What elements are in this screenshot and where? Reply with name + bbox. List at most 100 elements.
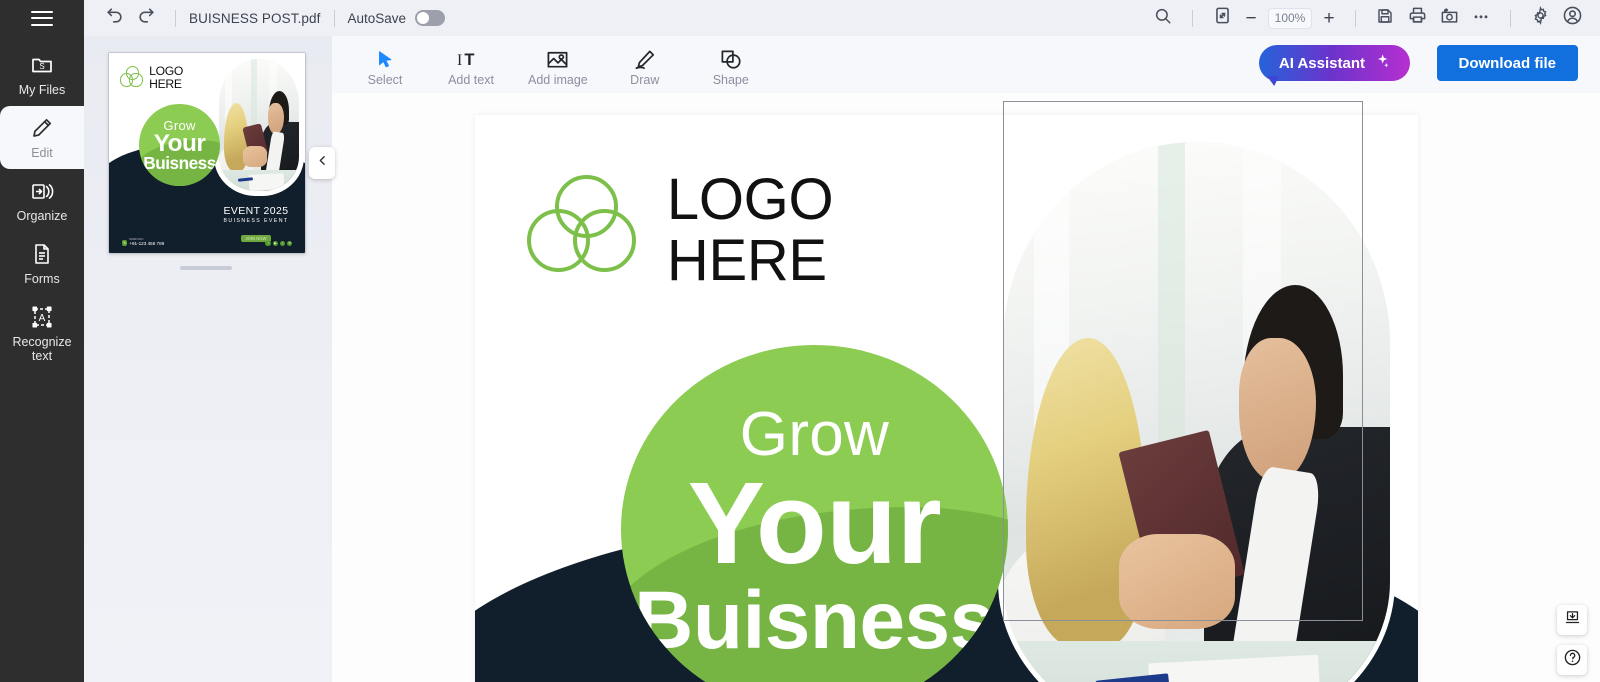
- poster-artwork: GrowYourBuisnessLOGOHEREEVENT 2025BUISNE…: [475, 115, 1418, 682]
- poster-event-subtitle: BUISNESS EVENT: [223, 218, 289, 225]
- draw-pencil-icon: [633, 45, 657, 71]
- poster-photo[interactable]: [218, 59, 300, 191]
- poster-logo-rings: [119, 66, 145, 89]
- account-button[interactable]: [1556, 4, 1588, 32]
- hamburger-icon: [31, 10, 53, 26]
- poster-headline-buisness: Buisness: [634, 575, 995, 667]
- poster-logo-text: LOGO HERE: [666, 167, 834, 294]
- poster-contact-text: MORE INFO +91-123 456 789: [129, 238, 165, 247]
- poster-green-circle[interactable]: Grow Your Buisness: [621, 344, 1008, 682]
- tool-label: Add text: [448, 73, 494, 87]
- poster-contact: MORE INFO +91-123 456 789: [121, 238, 165, 247]
- poster-logo[interactable]: LOGO HERE: [526, 167, 834, 294]
- organize-pages-icon: [29, 178, 55, 204]
- recognize-text-icon: A: [29, 304, 55, 330]
- toolbar-divider: [1355, 9, 1356, 27]
- sidebar-item-organize[interactable]: Organize: [0, 169, 84, 232]
- autosave-toggle[interactable]: [415, 10, 446, 26]
- document-title[interactable]: BUISNESS POST.pdf: [189, 11, 321, 26]
- tool-shape[interactable]: Shape: [702, 42, 760, 87]
- tool-add-image[interactable]: Add image: [528, 42, 588, 87]
- svg-text:A: A: [39, 313, 46, 324]
- zoom-out-button[interactable]: −: [1238, 5, 1264, 31]
- tool-draw[interactable]: Draw: [616, 42, 674, 87]
- redo-button[interactable]: [130, 4, 162, 32]
- download-tray-icon: [1564, 609, 1581, 631]
- forms-document-icon: [29, 241, 55, 267]
- fit-page-button[interactable]: [1206, 4, 1238, 32]
- sidebar-label: Recognize text: [12, 335, 72, 363]
- thumbnail-page-indicator: [180, 266, 232, 270]
- poster-logo-text: LOGO HERE: [149, 64, 184, 91]
- poster-headline-buisness: Buisness: [143, 153, 216, 174]
- poster-headline-your: Your: [153, 129, 206, 157]
- download-file-button[interactable]: Download file: [1436, 45, 1578, 81]
- sparkle-icon: [1374, 53, 1390, 73]
- zoom-in-button[interactable]: +: [1316, 5, 1342, 31]
- snapshot-button[interactable]: [1433, 4, 1465, 32]
- sidebar-item-edit[interactable]: Edit: [0, 106, 84, 169]
- more-options-button[interactable]: [1465, 4, 1497, 32]
- autosave-label: AutoSave: [347, 10, 407, 26]
- cursor-arrow-icon: [374, 45, 396, 71]
- ai-assistant-button[interactable]: AI Assistant: [1258, 45, 1410, 81]
- photo-handshake: [1119, 534, 1236, 630]
- left-sidebar: S My Files Edit Organize Forms A Recogni…: [0, 36, 84, 682]
- sidebar-item-my-files[interactable]: S My Files: [0, 43, 84, 106]
- print-button[interactable]: [1401, 4, 1433, 32]
- tool-label: Draw: [630, 73, 660, 87]
- tool-label: Select: [367, 73, 403, 87]
- save-icon: [1376, 7, 1394, 30]
- poster-headline-your: Your: [687, 458, 942, 589]
- zoom-level-display[interactable]: 100%: [1268, 7, 1312, 29]
- photo-man-face: [267, 102, 284, 135]
- tool-select[interactable]: Select: [356, 42, 414, 87]
- poster-logo[interactable]: LOGO HERE: [119, 64, 184, 91]
- more-options-icon: [1471, 6, 1491, 31]
- floating-download-button[interactable]: [1557, 605, 1587, 635]
- sidebar-item-recognize-text[interactable]: A Recognize text: [0, 295, 84, 372]
- collapse-panel-button[interactable]: [309, 147, 335, 179]
- tool-add-text[interactable]: I T Add text: [442, 42, 500, 87]
- sidebar-item-forms[interactable]: Forms: [0, 232, 84, 295]
- help-question-icon: [1563, 648, 1582, 672]
- download-file-label: Download file: [1458, 54, 1557, 72]
- page-thumbnail[interactable]: Grow Your Buisness LOGO HERE EVENT 2025 BUISNE…: [108, 52, 306, 254]
- document-canvas[interactable]: GrowYourBuisnessLOGOHEREEVENT 2025BUISNE…: [332, 93, 1600, 682]
- toolbar-divider: [175, 9, 176, 27]
- photo-window-blind: [1157, 142, 1185, 487]
- thumbnail-panel: Grow Your Buisness LOGO HERE EVENT 2025 BUISNE…: [84, 36, 335, 682]
- shape-icon: [719, 45, 743, 71]
- floating-help-button[interactable]: [1557, 645, 1587, 675]
- redo-icon: [137, 6, 156, 30]
- search-icon: [1154, 7, 1172, 30]
- add-image-icon: [545, 45, 570, 71]
- add-text-icon: I T: [457, 45, 485, 71]
- sidebar-label: Edit: [31, 146, 53, 160]
- snapshot-icon: [1440, 6, 1459, 30]
- poster-event-title: EVENT 2025: [223, 206, 289, 217]
- top-toolbar-right-group: − 100% +: [1147, 4, 1600, 32]
- user-account-icon: [1562, 5, 1583, 31]
- toolbar-divider: [1510, 9, 1511, 27]
- poster-photo[interactable]: [1003, 142, 1390, 682]
- poster-contact-number: +91-123 456 789: [129, 241, 165, 247]
- gear-icon: [1531, 5, 1550, 30]
- poster-headline-group: Grow Your Buisness: [621, 345, 1008, 682]
- settings-button[interactable]: [1524, 4, 1556, 32]
- whatsapp-icon[interactable]: ✆: [286, 240, 293, 247]
- save-button[interactable]: [1369, 4, 1401, 32]
- search-button[interactable]: [1147, 4, 1179, 32]
- tool-label: Shape: [712, 73, 749, 87]
- menu-button[interactable]: [0, 0, 84, 36]
- application-window: BUISNESS POST.pdf AutoSave − 100% + S My…: [0, 0, 1600, 682]
- chevron-left-icon: [316, 154, 329, 172]
- poster-green-circle[interactable]: Grow Your Buisness: [139, 104, 220, 186]
- twitter-icon[interactable]: t: [279, 240, 286, 247]
- document-page[interactable]: GrowYourBuisnessLOGOHEREEVENT 2025BUISNE…: [475, 115, 1418, 682]
- fit-page-icon: [1213, 6, 1232, 30]
- undo-button[interactable]: [98, 4, 130, 32]
- facebook-icon[interactable]: f: [265, 240, 271, 247]
- poster-logo-rings: [526, 175, 645, 285]
- youtube-icon[interactable]: ▶: [272, 240, 279, 247]
